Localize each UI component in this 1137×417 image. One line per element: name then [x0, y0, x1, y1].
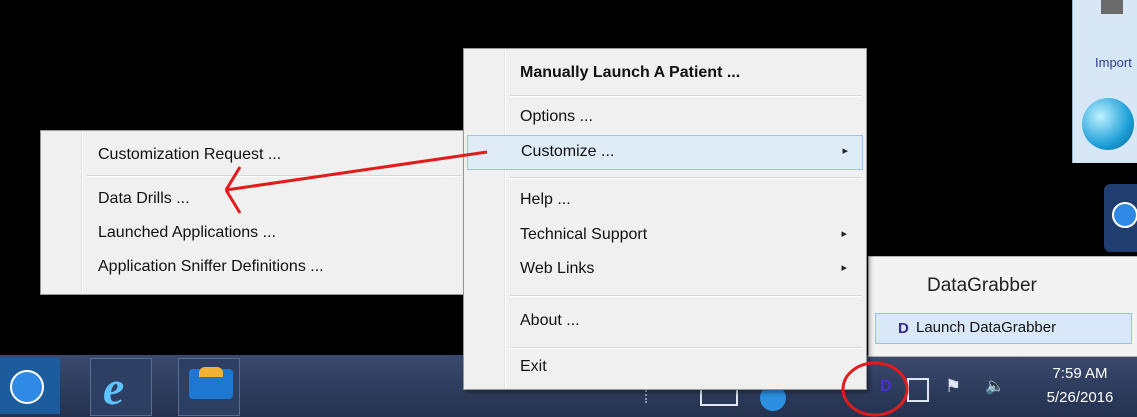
menu-separator	[510, 95, 862, 97]
menu-item-customize[interactable]: Customize ... ▸	[467, 135, 863, 170]
menu-item-about[interactable]: About ...	[467, 305, 861, 338]
flag-icon[interactable]: ⚑	[945, 376, 961, 397]
menu-separator	[510, 177, 862, 179]
submenu-arrow-icon: ▸	[841, 228, 847, 240]
tray-popup-title: DataGrabber	[927, 275, 1037, 296]
menu-item-exit[interactable]: Exit	[467, 351, 861, 384]
menu-item-help[interactable]: Help ...	[467, 184, 861, 217]
window-icon	[1101, 0, 1123, 14]
menu-item-launched-applications[interactable]: Launched Applications ...	[44, 217, 462, 249]
desktop-window[interactable]: Import	[1072, 0, 1137, 163]
datagrabber-icon: D	[898, 320, 909, 337]
launch-datagrabber-item[interactable]: D Launch DataGrabber	[875, 313, 1132, 344]
menu-separator	[87, 175, 461, 177]
menu-separator	[510, 295, 862, 297]
datagrabber-tray-icon[interactable]: D	[880, 378, 892, 396]
launch-datagrabber-label: Launch DataGrabber	[916, 319, 1057, 336]
menu-item-application-sniffer[interactable]: Application Sniffer Definitions ...	[44, 251, 462, 283]
internet-explorer-icon[interactable]: e	[90, 358, 152, 416]
action-center-icon[interactable]	[907, 378, 929, 402]
submenu-arrow-icon: ▸	[842, 145, 848, 157]
customize-submenu: Customization Request ... Data Drills ..…	[40, 130, 466, 295]
volume-icon[interactable]: 🔈	[985, 376, 1005, 396]
window-label: Import	[1095, 55, 1132, 70]
menu-item-manually-launch[interactable]: Manually Launch A Patient ...	[467, 57, 861, 90]
teamviewer-icon[interactable]	[0, 358, 60, 414]
submenu-arrow-icon: ▸	[841, 262, 847, 274]
desktop-app-icon[interactable]	[1082, 98, 1134, 150]
teamviewer-side-panel[interactable]	[1104, 184, 1137, 252]
datagrabber-tray-popup: DataGrabber D Launch DataGrabber	[868, 256, 1137, 357]
menu-item-options[interactable]: Options ...	[467, 101, 861, 134]
tray-context-menu: Manually Launch A Patient ... Options ..…	[463, 48, 867, 390]
teamviewer-icon	[1112, 202, 1137, 228]
taskbar-clock[interactable]: 7:59 AM 5/26/2016	[1035, 362, 1125, 410]
menu-item-web-links[interactable]: Web Links ▸	[467, 253, 861, 286]
clock-date: 5/26/2016	[1046, 389, 1114, 406]
app-icon[interactable]	[178, 358, 240, 416]
menu-item-technical-support[interactable]: Technical Support ▸	[467, 219, 861, 252]
menu-item-data-drills[interactable]: Data Drills ...	[44, 183, 462, 215]
keyboard-icon[interactable]	[700, 388, 738, 406]
menu-item-customization-request[interactable]: Customization Request ...	[44, 139, 462, 171]
clock-time: 7:59 AM	[1052, 365, 1108, 382]
menu-separator	[510, 347, 862, 349]
